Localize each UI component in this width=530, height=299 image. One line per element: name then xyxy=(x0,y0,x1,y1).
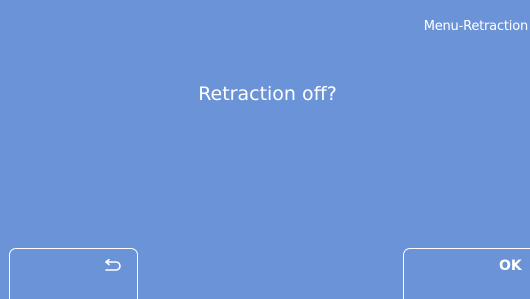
back-button[interactable] xyxy=(9,248,138,299)
ok-button-label: OK xyxy=(499,258,522,274)
return-arrow-icon xyxy=(105,259,121,271)
retraction-confirm-screen: Menu-Retraction Retraction off? OK xyxy=(0,0,530,299)
menu-title: Menu-Retraction xyxy=(423,19,528,34)
confirmation-question: Retraction off? xyxy=(198,83,337,105)
ok-button[interactable]: OK xyxy=(403,248,530,299)
